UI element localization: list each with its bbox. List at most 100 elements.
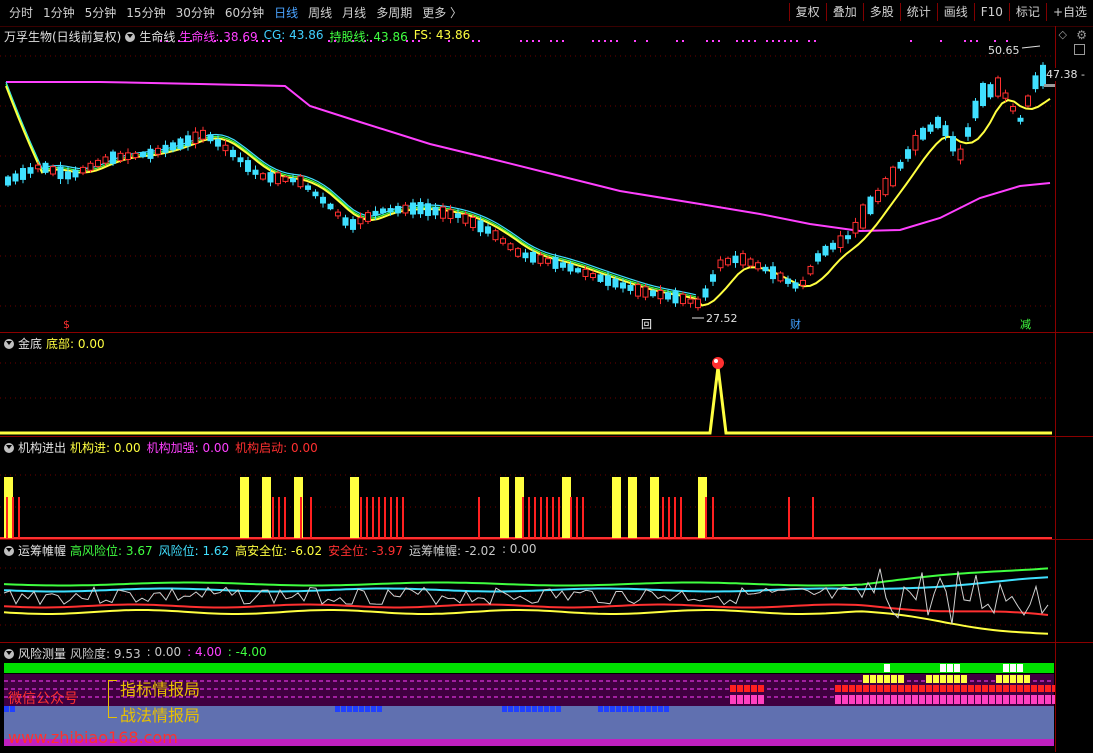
jigou-red-bar xyxy=(360,497,362,538)
indicator-readout: 机构加强: 0.00 xyxy=(146,441,230,455)
diamond-icon[interactable]: ◇ xyxy=(1059,28,1067,41)
candle-body xyxy=(987,84,994,98)
candle-body xyxy=(155,147,161,155)
candle-body xyxy=(447,209,454,219)
tool-button[interactable]: 标记 xyxy=(1008,3,1046,21)
period-tab[interactable]: 15分钟 xyxy=(121,4,170,22)
indicator-readout: 高安全位: -6.02 xyxy=(235,544,323,558)
fengxian-title: 风险测量 xyxy=(18,647,67,661)
candle-body xyxy=(57,166,64,180)
signal-dot xyxy=(994,40,996,42)
high-safe-line xyxy=(3,609,1049,635)
candle-body xyxy=(650,290,656,297)
period-tab[interactable]: 日线 xyxy=(269,4,303,22)
candle-body xyxy=(972,100,979,119)
period-tab[interactable]: 多周期 xyxy=(371,4,417,22)
indicator-readout: : 0.00 xyxy=(146,645,182,659)
risk-yellow-cell xyxy=(891,675,897,683)
candle-body xyxy=(620,282,626,289)
tool-button[interactable]: 统计 xyxy=(899,3,937,21)
candle-body xyxy=(927,124,934,132)
tool-button[interactable]: 画线 xyxy=(936,3,974,21)
jigou-red-bar xyxy=(12,497,14,538)
signal-dot xyxy=(550,40,552,42)
candle-body xyxy=(297,175,304,188)
risk-white-cell xyxy=(954,664,960,672)
high-price-label: 50.65 xyxy=(988,44,1020,57)
risk-yellow-cell xyxy=(1010,675,1016,683)
tool-button[interactable]: 叠加 xyxy=(825,3,863,21)
candle-body xyxy=(402,204,409,214)
jigou-title: 机构进出 xyxy=(18,441,67,455)
risk-yellow-cell xyxy=(1024,675,1030,683)
chevron-down-icon[interactable] xyxy=(4,442,14,453)
chevron-down-icon[interactable] xyxy=(125,31,136,42)
candle-body xyxy=(417,202,424,215)
gear-icon[interactable]: ⚙ xyxy=(1076,28,1087,42)
candle-body xyxy=(485,226,491,234)
risk-blue-cell xyxy=(532,706,537,712)
period-tab[interactable]: 更多 〉 xyxy=(417,4,467,22)
candle-body xyxy=(132,152,139,159)
risk-pink-cell xyxy=(1024,695,1030,704)
jigou-red-bar xyxy=(570,497,572,538)
jigou-panel[interactable]: 机构进出 机构进: 0.00 机构加强: 0.00 机构启动: 0.00 xyxy=(0,436,1093,540)
chevron-down-icon[interactable] xyxy=(4,338,14,349)
risk-white-cell xyxy=(1017,664,1023,672)
candle-body xyxy=(627,284,634,291)
jindi-readout: 底部: 0.00 xyxy=(46,337,105,351)
tool-button[interactable]: 多股 xyxy=(862,3,900,21)
period-tab[interactable]: 周线 xyxy=(303,4,337,22)
tool-button[interactable]: +自选 xyxy=(1045,3,1093,21)
main-chart-panel[interactable]: 万孚生物(日线前复权) 生命线 生命线: 38.69 CG: 43.86 持股线: … xyxy=(0,26,1093,332)
candle-body xyxy=(605,275,611,286)
tool-button[interactable]: 复权 xyxy=(788,3,826,21)
period-tab[interactable]: 60分钟 xyxy=(220,4,269,22)
risk-red-cell xyxy=(926,685,932,692)
period-tab[interactable]: 5分钟 xyxy=(80,4,122,22)
peak-marker xyxy=(712,357,724,369)
candle-body xyxy=(372,210,379,216)
signal-dot xyxy=(676,40,678,42)
risk-yellow-cell xyxy=(863,675,869,683)
risk-red-cell xyxy=(1003,685,1009,692)
signal-dot xyxy=(814,40,816,42)
tool-button[interactable]: F10 xyxy=(973,3,1009,21)
yunchou-panel[interactable]: 运筹帷幄 高风险位: 3.67 风险位: 1.62 高安全位: -6.02 安全位: … xyxy=(0,539,1093,643)
candlestick-chart[interactable]: 50.65 27.52 $ 回 财 减 xyxy=(0,26,1056,332)
chevron-down-icon[interactable] xyxy=(4,545,14,556)
jigou-red-bar xyxy=(384,497,386,538)
candle-body xyxy=(252,169,259,175)
jigou-red-bar xyxy=(668,497,670,538)
jigou-yellow-bar xyxy=(350,477,359,538)
candle-body xyxy=(335,211,341,217)
risk-pink-cell xyxy=(730,695,736,704)
candle-body xyxy=(245,160,251,172)
jindi-panel[interactable]: 金底 底部: 0.00 xyxy=(0,332,1093,437)
price-axis[interactable] xyxy=(1055,26,1093,752)
candle-body xyxy=(537,254,544,264)
risk-pink-cell xyxy=(989,695,995,704)
risk-red-cell xyxy=(884,685,890,692)
candle-body xyxy=(777,272,784,282)
risk-pink-cell xyxy=(905,695,911,704)
period-tab[interactable]: 1分钟 xyxy=(38,4,80,22)
risk-yellow-cell xyxy=(884,675,890,683)
signal-dot xyxy=(634,40,636,42)
candle-body xyxy=(95,159,101,167)
candle-body xyxy=(710,274,716,282)
risk-pink-cell xyxy=(954,695,960,704)
chevron-down-icon[interactable] xyxy=(4,648,14,659)
jigou-red-bar xyxy=(278,497,280,538)
candle-body xyxy=(432,206,439,216)
square-icon[interactable] xyxy=(1074,44,1085,55)
indicator-readout: 机构启动: 0.00 xyxy=(235,441,318,455)
period-tab[interactable]: 月线 xyxy=(337,4,371,22)
risk-pink-cell xyxy=(947,695,953,704)
signal-dot xyxy=(718,40,720,42)
risk-pink-cell xyxy=(1038,695,1044,704)
period-tab[interactable]: 30分钟 xyxy=(171,4,220,22)
low-price-label: 27.52 xyxy=(706,312,738,325)
candle-body xyxy=(110,151,116,164)
period-tab[interactable]: 分时 xyxy=(4,4,38,22)
